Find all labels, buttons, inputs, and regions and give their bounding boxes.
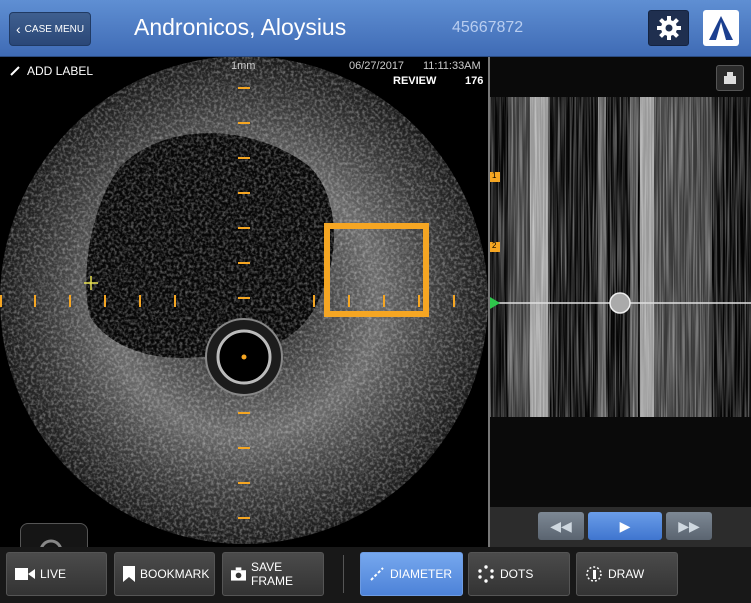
- time-label: 11:11:33AM: [423, 60, 481, 72]
- ivus-cross-section-view[interactable]: ADD LABEL 1mm 06/27/2017 11:11:33AM REVI…: [0, 57, 488, 547]
- add-label-text: ADD LABEL: [27, 64, 94, 78]
- chevron-left-icon: ‹: [16, 21, 21, 37]
- live-label: LIVE: [40, 567, 67, 581]
- dots-icon: [478, 565, 494, 583]
- scale-label: 1mm: [231, 60, 256, 72]
- camera-icon: [231, 567, 247, 581]
- add-label-button[interactable]: ADD LABEL: [9, 64, 93, 78]
- dots-label: DOTS: [500, 567, 534, 581]
- bookmark-button[interactable]: BOOKMARK: [114, 552, 215, 596]
- draw-label: DRAW: [608, 567, 645, 581]
- pencil-icon: [10, 66, 20, 76]
- date-label: 06/27/2017: [349, 60, 405, 72]
- fast-forward-icon: ▶▶: [678, 517, 700, 534]
- toolbar-separator: [343, 555, 344, 593]
- header-bar: ‹ CASE MENU Andronicos, Aloysius 4566787…: [0, 0, 751, 57]
- mode-label: REVIEW: [393, 75, 437, 87]
- draw-hand-icon: [586, 566, 602, 582]
- patient-name: Andronicos, Aloysius: [134, 14, 347, 40]
- settings-button[interactable]: [648, 10, 689, 46]
- snapshot-icon: [724, 72, 736, 84]
- play-icon: ▶: [619, 517, 631, 534]
- dots-button[interactable]: DOTS: [468, 552, 570, 596]
- save-frame-button[interactable]: SAVE FRAME: [222, 552, 324, 596]
- gear-icon: [656, 16, 681, 40]
- frame-number: 176: [465, 75, 484, 87]
- case-menu-button[interactable]: ‹ CASE MENU: [9, 12, 91, 46]
- bookmark-2-label[interactable]: 2: [492, 241, 496, 250]
- magnifier-icon: [40, 539, 62, 547]
- ivus-image: [0, 57, 488, 544]
- bookmark-label: BOOKMARK: [140, 567, 210, 581]
- rewind-icon: ◀◀: [550, 517, 572, 534]
- draw-button[interactable]: DRAW: [576, 552, 678, 596]
- diameter-button[interactable]: DIAMETER: [360, 552, 463, 596]
- brand-logo-button[interactable]: [703, 10, 739, 46]
- zoom-button[interactable]: [20, 523, 88, 547]
- live-button[interactable]: LIVE: [6, 552, 107, 596]
- longitudinal-image: [490, 97, 751, 417]
- bottom-toolbar: LIVE BOOKMARK SAVE FRAME DIAMETER DOTS D…: [0, 547, 751, 603]
- longitudinal-view[interactable]: 1 2 ◀◀ ▶ ▶▶: [490, 57, 751, 547]
- video-camera-icon: [15, 568, 35, 580]
- save-frame-label: SAVE FRAME: [251, 560, 294, 588]
- play-button[interactable]: ▶: [588, 512, 662, 540]
- snapshot-button[interactable]: [716, 65, 744, 91]
- diameter-label: DIAMETER: [390, 567, 453, 581]
- bookmark-icon: [123, 566, 135, 582]
- fast-forward-button[interactable]: ▶▶: [666, 512, 712, 540]
- playback-controls: ◀◀ ▶ ▶▶: [490, 507, 751, 547]
- rewind-button[interactable]: ◀◀: [538, 512, 584, 540]
- brand-logo-icon: [709, 16, 733, 40]
- bookmark-1-label[interactable]: 1: [492, 171, 496, 180]
- patient-id: 45667872: [452, 19, 524, 36]
- case-menu-label: CASE MENU: [24, 23, 85, 35]
- diameter-icon: [370, 567, 384, 581]
